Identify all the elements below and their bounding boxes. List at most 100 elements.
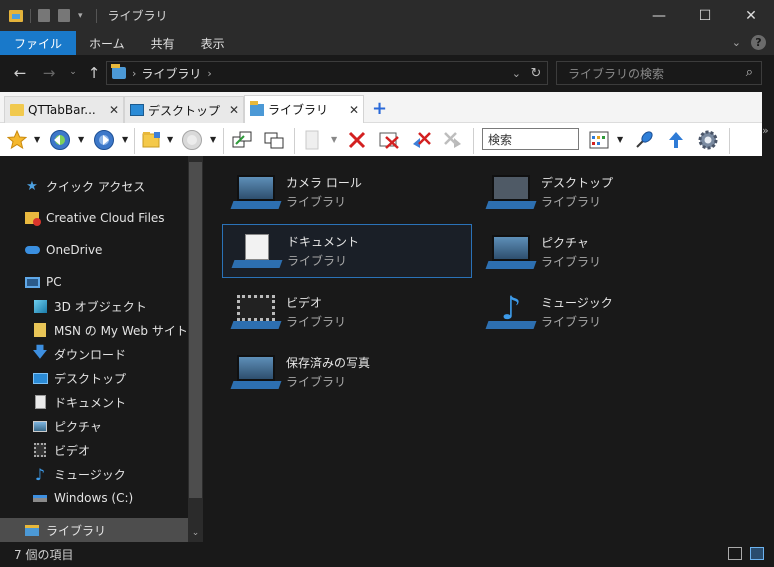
- qt-search-box[interactable]: 検索: [482, 128, 579, 150]
- new-folder-quick-icon[interactable]: [58, 9, 70, 22]
- quick-access-toolbar-dropdown[interactable]: ▾: [78, 11, 83, 21]
- title-bar: ▾ ライブラリ — ☐ ✕: [0, 0, 774, 31]
- view-mode-dropdown-icon[interactable]: ▼: [617, 135, 623, 144]
- tab-view[interactable]: 表示: [188, 31, 238, 55]
- library-icon: [250, 100, 264, 116]
- sidebar-item-label: Windows (C:): [54, 491, 134, 505]
- new-tab-button[interactable]: +: [372, 98, 387, 119]
- recent-files-icon[interactable]: [181, 130, 203, 150]
- help-icon[interactable]: ?: [751, 35, 766, 50]
- blank-file-icon[interactable]: [301, 130, 323, 150]
- sidebar-item-windows-c[interactable]: Windows (C:): [0, 486, 188, 510]
- breadcrumb-chevron-icon[interactable]: ›: [207, 67, 211, 80]
- tab-file[interactable]: ファイル: [0, 31, 77, 55]
- qt-tab-qttabbar[interactable]: QTTabBar... ✕: [4, 96, 124, 123]
- options-gear-icon[interactable]: [697, 130, 719, 150]
- library-item-documents[interactable]: ドキュメント ライブラリ: [222, 224, 472, 278]
- drive-icon: [32, 490, 48, 506]
- back-history-dropdown-icon[interactable]: ▼: [78, 135, 84, 144]
- sidebar-item-label: ビデオ: [54, 443, 91, 458]
- refresh-icon[interactable]: ↻: [527, 66, 545, 81]
- library-item-videos[interactable]: ビデオ ライブラリ: [222, 285, 472, 339]
- close-tab-icon[interactable]: ✕: [225, 103, 243, 117]
- maximize-button[interactable]: ☐: [682, 0, 728, 31]
- toolbar-separator: [729, 128, 730, 154]
- search-input[interactable]: ライブラリの検索 ⌕: [556, 61, 762, 85]
- sidebar-item-creative-cloud[interactable]: Creative Cloud Files: [0, 206, 188, 230]
- forward-globe-icon[interactable]: [93, 130, 115, 150]
- scrollbar-thumb[interactable]: [189, 162, 202, 498]
- address-bar[interactable]: › ライブラリ › ⌄: [106, 61, 548, 85]
- library-item-desktop[interactable]: デスクトップ ライブラリ: [477, 165, 727, 219]
- expand-ribbon-chevron-icon[interactable]: ⌄: [732, 36, 741, 49]
- sidebar-item-documents[interactable]: ドキュメント: [0, 390, 188, 414]
- breadcrumb-library[interactable]: ライブラリ: [141, 65, 201, 82]
- tab-share[interactable]: 共有: [138, 31, 188, 55]
- minimize-button[interactable]: —: [636, 0, 682, 31]
- sidebar-item-pc[interactable]: PC: [0, 270, 188, 294]
- saved-pictures-library-icon: [230, 353, 282, 391]
- qttabbar: QTTabBar... ✕ デスクトップ ✕ ライブラリ ✕ + ▼ ▼ ▼ ▼…: [0, 92, 762, 156]
- sidebar-item-music[interactable]: ♪ ミュージック: [0, 462, 188, 486]
- close-left-tabs-icon[interactable]: [410, 130, 432, 150]
- breadcrumb-separator-icon[interactable]: ›: [132, 67, 136, 80]
- music-library-icon: ♪: [485, 292, 537, 331]
- up-one-level-icon[interactable]: [665, 130, 687, 150]
- qt-tab-desktop[interactable]: デスクトップ ✕: [124, 96, 244, 123]
- recent-locations-dropdown-icon[interactable]: ⌄: [64, 67, 82, 77]
- scroll-down-arrow-icon[interactable]: ⌄: [188, 528, 203, 538]
- details-view-icon[interactable]: [728, 547, 742, 560]
- library-item-saved-pictures[interactable]: 保存済みの写真 ライブラリ: [222, 345, 472, 399]
- library-item-camera-roll[interactable]: カメラ ロール ライブラリ: [222, 165, 472, 219]
- address-dropdown-icon[interactable]: ⌄: [512, 67, 521, 80]
- properties-quick-icon[interactable]: [38, 9, 50, 22]
- pin-icon[interactable]: [633, 130, 655, 150]
- favorites-star-icon[interactable]: [6, 130, 28, 150]
- sidebar-item-3d-objects[interactable]: 3D オブジェクト: [0, 294, 188, 318]
- qt-tab-library[interactable]: ライブラリ ✕: [244, 95, 364, 123]
- back-arrow-icon[interactable]: ←: [11, 64, 29, 82]
- up-arrow-icon[interactable]: ↑: [85, 64, 103, 82]
- library-item-pictures[interactable]: ピクチャ ライブラリ: [477, 225, 727, 279]
- favorites-dropdown-icon[interactable]: ▼: [34, 135, 40, 144]
- sidebar-item-desktop[interactable]: デスクトップ: [0, 366, 188, 390]
- sidebar-item-label: MSN の My Web サイト: [54, 323, 188, 338]
- sidebar-item-onedrive[interactable]: OneDrive: [0, 238, 188, 262]
- 3d-objects-icon: [32, 298, 48, 314]
- sidebar-item-libraries[interactable]: ライブラリ: [0, 518, 188, 542]
- search-icon[interactable]: ⌕: [746, 65, 753, 80]
- forward-arrow-icon[interactable]: →: [40, 64, 58, 82]
- documents-library-icon: [231, 232, 283, 270]
- view-mode-icon[interactable]: [588, 130, 610, 150]
- blank-file-dropdown-icon[interactable]: ▼: [331, 135, 337, 144]
- tab-home[interactable]: ホーム: [76, 31, 138, 55]
- group-dropdown-icon[interactable]: ▼: [167, 135, 173, 144]
- explorer-app-icon[interactable]: [9, 9, 23, 22]
- sidebar-item-pictures[interactable]: ピクチャ: [0, 414, 188, 438]
- close-all-but-current-icon[interactable]: [378, 130, 400, 150]
- toolbar-overflow-chevron-icon[interactable]: »: [762, 124, 769, 137]
- window-title: ライブラリ: [107, 9, 168, 23]
- sidebar-item-videos[interactable]: ビデオ: [0, 438, 188, 462]
- close-tab-icon[interactable]: ✕: [345, 103, 363, 117]
- large-icons-view-icon[interactable]: [750, 547, 764, 560]
- title-separator: [30, 8, 31, 23]
- library-item-music[interactable]: ♪ ミュージック ライブラリ: [477, 285, 727, 339]
- toolbar-separator: [223, 128, 224, 154]
- picture-icon: [32, 418, 48, 434]
- sidebar-item-downloads[interactable]: 🡇 ダウンロード: [0, 342, 188, 366]
- clone-window-icon[interactable]: [231, 130, 253, 150]
- sidebar-item-quick-access[interactable]: ★ クイック アクセス: [0, 174, 188, 198]
- close-tab-icon[interactable]: ✕: [105, 103, 123, 117]
- close-button[interactable]: ✕: [728, 0, 774, 31]
- back-globe-icon[interactable]: [49, 130, 71, 150]
- videos-library-icon: [230, 293, 282, 331]
- close-current-tab-icon[interactable]: [346, 130, 368, 150]
- sidebar-item-msn-web[interactable]: MSN の My Web サイト: [0, 318, 188, 342]
- folder-group-icon[interactable]: [141, 130, 163, 150]
- library-type: ライブラリ: [541, 255, 602, 269]
- clone-tab-icon[interactable]: [263, 130, 285, 150]
- forward-history-dropdown-icon[interactable]: ▼: [122, 135, 128, 144]
- close-right-tabs-icon[interactable]: [442, 130, 464, 150]
- recent-dropdown-icon[interactable]: ▼: [210, 135, 216, 144]
